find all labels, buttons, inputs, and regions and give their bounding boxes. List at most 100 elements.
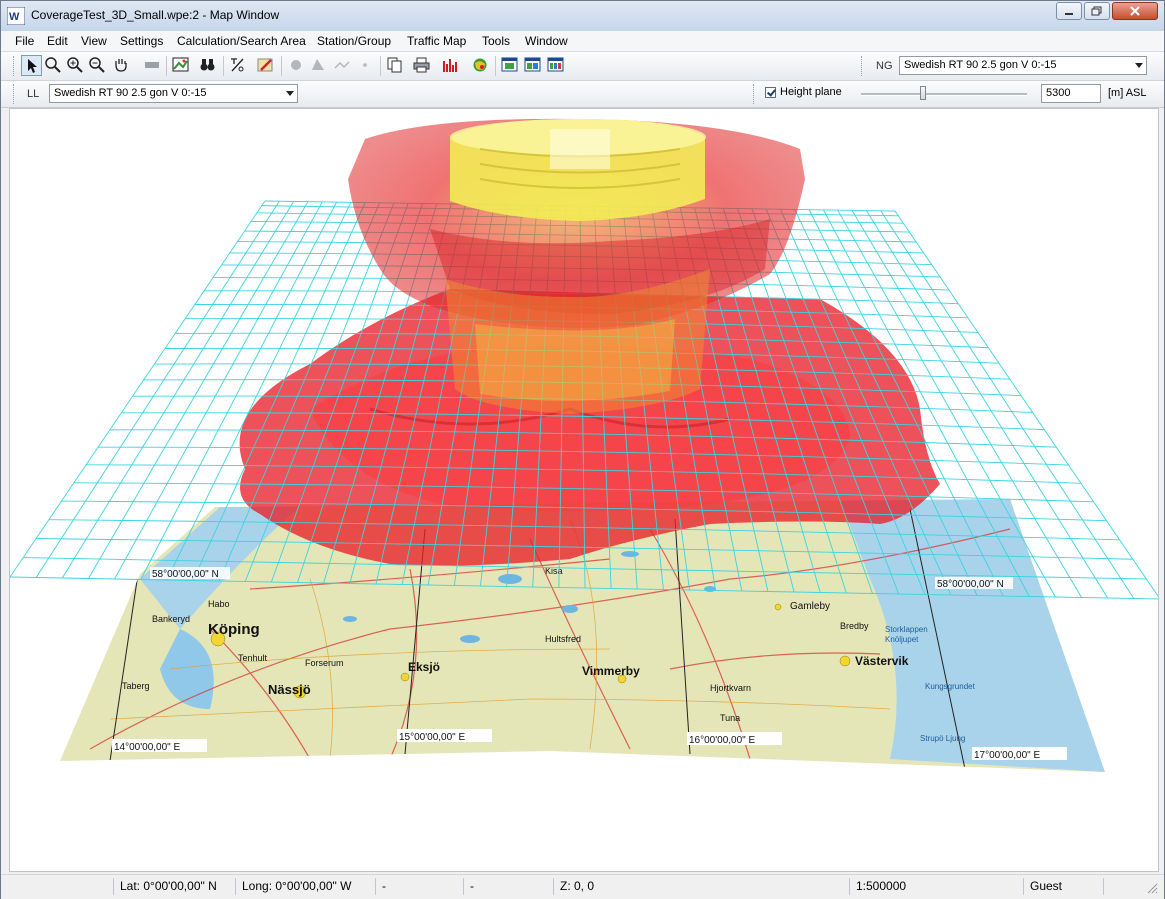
place-label: Vimmerby [582, 664, 640, 678]
ng-projection-select[interactable]: Swedish RT 90 2.5 gon V 0:-15 [899, 56, 1147, 75]
place-label: Knöljupet [885, 635, 919, 644]
chevron-down-icon [286, 91, 294, 96]
cascade-window-button[interactable] [546, 55, 567, 76]
maximize-button[interactable] [1084, 2, 1110, 20]
traffic-button[interactable] [470, 55, 491, 76]
percent-button[interactable] [228, 55, 249, 76]
zoom-in-icon [67, 57, 83, 73]
place-label: Strupö Ljung [920, 734, 965, 743]
print-button[interactable] [412, 55, 433, 76]
menu-settings[interactable]: Settings [120, 34, 163, 48]
toolbar-gripper[interactable] [753, 84, 757, 104]
map-3d-viewport[interactable]: Köping Nässjö Eksjö Vimmerby Västervik G… [9, 108, 1159, 872]
line-button[interactable] [332, 55, 353, 76]
magnifier-icon [45, 57, 61, 73]
menu-file[interactable]: File [15, 34, 34, 48]
place-label: Hultsfred [545, 634, 581, 644]
toolbar-separator [495, 56, 496, 76]
place-label: Bredby [840, 621, 869, 631]
ruler-icon [145, 62, 159, 68]
menu-edit[interactable]: Edit [47, 34, 68, 48]
restore-icon [1091, 6, 1102, 16]
window-icon [501, 57, 518, 72]
globe-icon [473, 58, 487, 72]
printer-icon [413, 57, 430, 73]
height-slider-track[interactable] [861, 93, 1027, 96]
place-label: Västervik [855, 654, 909, 668]
menu-calculation[interactable]: Calculation/Search Area [177, 34, 306, 48]
minimize-icon [1065, 13, 1073, 15]
window-title: CoverageTest_3D_Small.wpe:2 - Map Window [31, 8, 280, 22]
select-tool-button[interactable] [21, 55, 42, 76]
status-field-4: - [463, 878, 553, 895]
layer-window-button[interactable] [500, 55, 521, 76]
find-button[interactable] [198, 55, 219, 76]
point-button[interactable] [286, 55, 307, 76]
height-value-field[interactable]: 5300 [1041, 84, 1101, 103]
toolbar-separator [380, 56, 381, 76]
dot-button[interactable] [355, 55, 376, 76]
longitude-label-17: 17°00'00,00" E [974, 750, 1041, 761]
zoom-in-button[interactable] [65, 55, 86, 76]
window-icon [524, 57, 541, 72]
binoculars-icon [200, 59, 215, 71]
place-label: Eksjö [408, 660, 440, 674]
minimize-button[interactable] [1056, 2, 1082, 20]
menu-traffic-map[interactable]: Traffic Map [407, 34, 466, 48]
chevron-down-icon [1135, 63, 1143, 68]
menu-window[interactable]: Window [525, 34, 568, 48]
polyline-icon [334, 61, 350, 69]
svg-text:W: W [9, 11, 20, 23]
zoom-out-button[interactable] [87, 55, 108, 76]
polygon-button[interactable] [308, 55, 329, 76]
height-plane-label: Height plane [780, 86, 842, 98]
height-unit-label: [m] ASL [1108, 87, 1147, 99]
ll-projection-select[interactable]: Swedish RT 90 2.5 gon V 0:-15 [49, 84, 298, 103]
secondary-toolbar: LL Swedish RT 90 2.5 gon V 0:-15 Height … [1, 81, 1164, 108]
height-plane-checkbox[interactable] [765, 87, 776, 98]
height-slider-thumb[interactable] [920, 86, 926, 100]
place-label: Köping [208, 621, 260, 638]
app-icon: W [7, 7, 25, 25]
toolbar-gripper[interactable] [13, 56, 17, 76]
height-value-text: 5300 [1046, 87, 1071, 99]
picture-icon [172, 57, 189, 72]
status-scale: 1:500000 [849, 878, 1023, 895]
ll-label: LL [27, 88, 40, 100]
map-image-button[interactable] [171, 55, 192, 76]
place-label: Taberg [122, 681, 150, 691]
menu-station-group[interactable]: Station/Group [317, 34, 391, 48]
pencil-map-icon [257, 58, 273, 72]
latitude-label-right: 58°00'00,00" N [937, 579, 1004, 590]
toolbar-gripper[interactable] [861, 56, 865, 76]
longitude-label-14: 14°00'00,00" E [114, 742, 181, 753]
status-resize-grip[interactable] [1103, 878, 1161, 895]
zoom-button[interactable] [43, 55, 64, 76]
ll-projection-value: Swedish RT 90 2.5 gon V 0:-15 [54, 87, 207, 99]
status-user: Guest [1023, 878, 1103, 895]
menu-tools[interactable]: Tools [482, 34, 510, 48]
status-bar: Lat: 0°00'00,00" N Long: 0°00'00,00" W -… [1, 874, 1164, 899]
place-label: Bankeryd [152, 614, 190, 624]
title-bar: W CoverageTest_3D_Small.wpe:2 - Map Wind… [1, 1, 1164, 31]
close-button[interactable] [1112, 2, 1158, 20]
polygon-icon [312, 59, 324, 70]
chart-button[interactable] [441, 55, 462, 76]
pan-button[interactable] [111, 55, 132, 76]
place-label: Tuna [720, 713, 740, 723]
place-label: Tenhult [238, 653, 268, 663]
percent-icon [231, 58, 244, 72]
bar-chart-icon [443, 59, 457, 72]
ng-label: NG [876, 60, 893, 72]
toolbar-gripper[interactable] [13, 84, 17, 104]
edit-map-button[interactable] [256, 55, 277, 76]
place-label: Kungsgrundet [925, 682, 976, 691]
tile-window-button[interactable] [523, 55, 544, 76]
copy-button[interactable] [385, 55, 406, 76]
map-3d-scene[interactable]: Köping Nässjö Eksjö Vimmerby Västervik G… [10, 109, 1159, 872]
status-latitude: Lat: 0°00'00,00" N [113, 878, 235, 895]
resize-grip-icon [1147, 883, 1158, 894]
menu-view[interactable]: View [81, 34, 107, 48]
ruler-button[interactable] [142, 55, 163, 76]
longitude-label-15: 15°00'00,00" E [399, 732, 466, 743]
